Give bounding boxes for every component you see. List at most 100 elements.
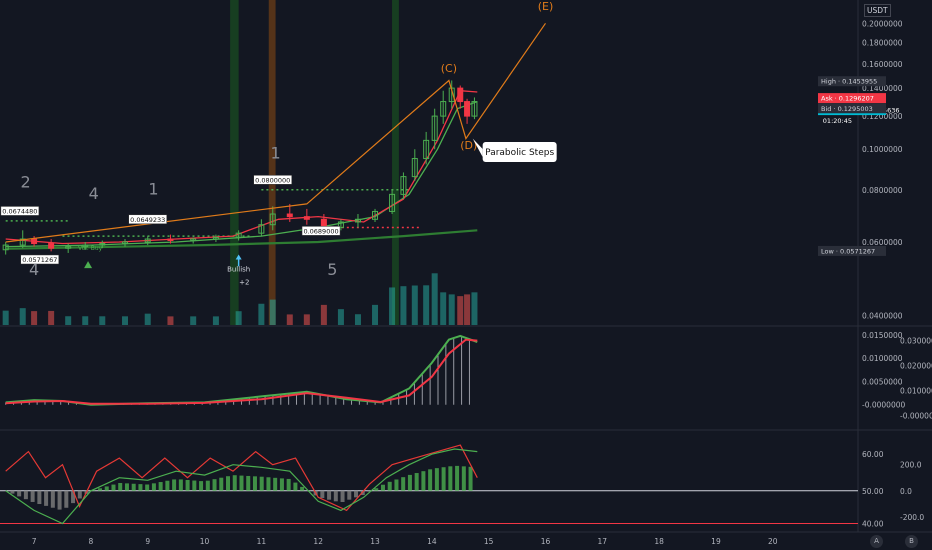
momentum-histogram-bar [64,490,69,508]
momentum-histogram-bar [374,488,379,491]
momentum-histogram-bar [414,473,419,491]
volume-bar [320,304,327,325]
momentum-histogram-bar [401,477,406,491]
volume-bar [144,313,151,325]
momentum-histogram-bar [455,465,460,491]
candle-body[interactable] [286,213,293,218]
momentum-histogram-bar [333,490,338,502]
wave-label: 5 [327,260,337,279]
momentum-histogram-bar [252,476,257,491]
volume-bar [400,286,407,325]
oscillator-axis2-tick: 0.0200000 [900,362,932,371]
momentum-histogram-bar [407,474,412,491]
oscillator-axis-tick: 0.0150000 [862,331,903,340]
oscillator-pane [5,334,478,406]
momentum-histogram-bar [226,476,231,491]
wave-label: 1 [148,179,158,198]
volume-bar [411,285,418,325]
volume-bar [122,316,129,325]
momentum-histogram-bar [151,483,156,491]
momentum-histogram-bar [212,479,217,491]
vertical-highlight [230,0,239,325]
chart-stage[interactable]: 0.0674480 0.0571267 0.0649233 0.0800000 0.06… [0,0,932,550]
candles [2,80,478,255]
currency-label: USDT [864,4,891,17]
volume-bar [457,296,464,325]
candle-body[interactable] [167,238,174,242]
volume-bar [19,308,26,325]
countdown-timer: 01:20:45 [823,117,852,125]
time-axis-tick: 7 [32,537,37,546]
price-box: 0.0571267 [20,254,60,265]
moving-average-line [5,100,478,248]
time-axis-tick: 11 [257,537,267,546]
candle-body[interactable] [464,101,471,117]
wave-label: 4 [89,184,99,203]
momentum-histogram-bar [468,466,473,491]
momentum-histogram-bar [380,484,385,491]
momentum-histogram-bar [178,479,183,491]
buy-signal-triangle-icon [84,261,93,269]
right-price-tag: Ask · 0.1296207 [818,93,886,104]
momentum-histogram-bar [354,490,359,498]
candle-body[interactable] [31,238,38,245]
volume-bar [190,316,197,325]
bullish-label: Bullish [227,266,250,274]
oscillator-axis2-tick: -0.0000000 [900,412,932,421]
time-axis-tick: 9 [145,537,150,546]
momentum-histogram-bar [300,486,305,491]
candle-body[interactable] [48,243,55,249]
momentum-histogram-bar [145,484,150,491]
momentum-histogram-bar [394,479,399,491]
wave-label: (E) [538,0,554,13]
time-axis-tick: 13 [370,537,380,546]
momentum-histogram-bar [124,483,129,491]
momentum-histogram-bar [259,476,264,491]
price-axis-tick: 0.1000000 [862,145,903,154]
momentum-histogram-bar [10,490,15,494]
auto-scale-button[interactable]: A [870,535,883,548]
momentum-histogram-bar [111,484,116,491]
time-axis-tick: 20 [768,537,778,546]
candle-body[interactable] [303,216,310,220]
price-box-label: 0.0689000 [303,227,338,235]
momentum-histogram-bar [118,483,123,491]
price-box-label: 0.0571267 [22,256,57,264]
momentum-axis2-tick: -200.0 [900,513,924,522]
volume-bar [99,316,106,325]
volume-bar [48,310,55,325]
oscillator-axis-tick: 0.0050000 [862,377,903,386]
wave-label: (C) [441,62,457,75]
price-axis-tick: 0.1600000 [862,60,903,69]
price-axis-tick: 0.0400000 [862,312,903,321]
callout-text: Parabolic Steps [485,148,554,158]
momentum-histogram-bar [428,469,433,491]
momentum-histogram-bar [327,490,332,500]
price-box-label: 0.0800000 [255,176,290,184]
trading-chart[interactable]: 0.0674480 0.0571267 0.0649233 0.0800000 0.06… [0,0,932,550]
log-scale-button[interactable]: B [905,535,918,548]
volume-bar [448,294,455,325]
momentum-histogram-bar [30,490,35,502]
oscillator-axis-tick: 0.0100000 [862,354,903,363]
price-box: 0.0674480 [0,206,40,216]
candle-body[interactable] [457,87,464,103]
wave-label: 4 [29,260,39,279]
momentum-histogram-bar [199,481,204,491]
momentum-histogram-bar [421,471,426,491]
volume-bar [423,285,430,325]
momentum-histogram-bar [131,483,136,491]
momentum-histogram-bar [441,467,446,491]
price-box: 0.0649233 [128,214,167,225]
momentum-histogram-bar [57,490,62,510]
momentum-histogram-bar [246,475,251,491]
momentum-histogram-bar [44,490,49,506]
price-axis-tick: 0.0800000 [862,186,903,195]
time-axis-tick: 12 [313,537,323,546]
momentum-histogram-bar [340,490,345,502]
price-axis-tick: 0.0600000 [862,238,903,247]
momentum-axis-tick: 50.00 [862,487,884,496]
volume-bar [303,314,310,325]
volume-bar [235,311,242,325]
volume-bar [389,287,396,325]
